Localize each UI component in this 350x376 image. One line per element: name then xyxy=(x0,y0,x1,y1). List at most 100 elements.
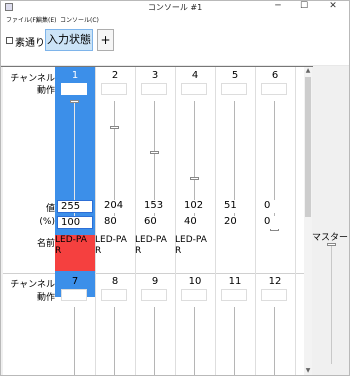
master-slider-track[interactable] xyxy=(331,244,332,364)
scroll-up-icon[interactable]: ▲ xyxy=(304,67,312,75)
percent-field[interactable]: 60 xyxy=(141,216,175,229)
fader-thumb[interactable] xyxy=(70,100,79,103)
percent-field[interactable]: 40 xyxy=(181,216,215,229)
channel-number: 3 xyxy=(151,70,159,81)
channel-column-6[interactable]: 6 0 0 xyxy=(255,67,295,297)
action-label-2: 動作 xyxy=(36,293,55,303)
channel-column-12[interactable]: 12 xyxy=(255,273,295,375)
fader-track[interactable] xyxy=(194,307,195,375)
channel-column-7[interactable]: 7 xyxy=(55,273,95,375)
action-field[interactable] xyxy=(61,83,87,95)
action-field[interactable] xyxy=(261,83,287,95)
channel-column-9[interactable]: 9 xyxy=(135,273,175,375)
channel-column-4[interactable]: 4 102 40 LED-PA R xyxy=(175,67,215,297)
maximize-button[interactable]: ☐ xyxy=(294,1,314,13)
value-field[interactable]: 0 xyxy=(261,200,295,213)
channel-label-2: チャンネル xyxy=(10,280,55,290)
menu-edit[interactable]: 編集(E) xyxy=(36,15,56,24)
action-field[interactable] xyxy=(101,83,127,95)
fader-track[interactable] xyxy=(114,307,115,375)
channel-number: 6 xyxy=(271,70,279,81)
channel-column-8[interactable]: 8 xyxy=(95,273,135,375)
value-label: 値 xyxy=(45,204,55,214)
fader-thumb[interactable] xyxy=(190,176,199,180)
name-cell[interactable] xyxy=(255,235,295,275)
percent-field[interactable]: 100 xyxy=(57,216,93,229)
master-label: マスター xyxy=(312,233,349,243)
channel-number: 5 xyxy=(231,70,239,81)
name-label: 名前 xyxy=(36,239,55,249)
value-field[interactable]: 255 xyxy=(57,200,93,213)
action-field[interactable] xyxy=(221,83,247,95)
channel-number: 11 xyxy=(228,276,242,287)
passthrough-checkbox[interactable] xyxy=(6,37,13,44)
column-separator xyxy=(295,273,296,375)
action-field[interactable] xyxy=(181,289,207,301)
name-text-wrap: R xyxy=(95,246,102,256)
name-text-wrap: R xyxy=(55,246,62,256)
percent-field[interactable]: 80 xyxy=(101,216,135,229)
channel-column-11[interactable]: 11 xyxy=(215,273,255,375)
menu-console[interactable]: コンソール(C) xyxy=(60,15,99,24)
channel-column-5[interactable]: 5 51 20 xyxy=(215,67,255,297)
channel-panel: チャンネル 動作 値 (%) 名前 チャンネル 動作 1 255 100 LED-PA… xyxy=(3,67,304,375)
action-field[interactable] xyxy=(141,83,167,95)
name-text-wrap: R xyxy=(135,246,142,256)
channel-number: 8 xyxy=(111,276,119,287)
channel-column-10[interactable]: 10 xyxy=(175,273,215,375)
fader-track[interactable] xyxy=(74,307,75,375)
console-window: コンソール #1 ─ ☐ ✕ ファイル(F) 編集(E) コンソール(C) 素通… xyxy=(0,0,350,376)
fader-track[interactable] xyxy=(154,307,155,375)
value-field[interactable]: 153 xyxy=(141,200,175,213)
action-field[interactable] xyxy=(61,289,87,301)
channel-number: 7 xyxy=(71,276,79,287)
action-field[interactable] xyxy=(261,289,287,301)
channel-column-2[interactable]: 2 204 80 LED-PA R xyxy=(95,67,135,297)
close-button[interactable]: ✕ xyxy=(323,1,343,13)
minimize-button[interactable]: ─ xyxy=(268,1,288,13)
percent-label: (%) xyxy=(39,217,55,227)
column-separator xyxy=(295,67,296,297)
channel-number: 1 xyxy=(71,70,79,81)
scroll-thumb[interactable] xyxy=(305,77,311,217)
value-field[interactable]: 51 xyxy=(221,200,255,213)
title-bar: コンソール #1 ─ ☐ ✕ xyxy=(1,1,349,13)
channel-number: 9 xyxy=(151,276,159,287)
master-slider-thumb[interactable] xyxy=(327,243,336,246)
action-field[interactable] xyxy=(101,289,127,301)
value-field[interactable]: 204 xyxy=(101,200,135,213)
channel-number: 12 xyxy=(268,276,282,287)
action-label: 動作 xyxy=(36,86,55,96)
name-text-wrap: R xyxy=(175,246,182,256)
value-field[interactable]: 102 xyxy=(181,200,215,213)
action-field[interactable] xyxy=(181,83,207,95)
channel-number: 2 xyxy=(111,70,119,81)
fader-thumb[interactable] xyxy=(150,151,159,155)
menu-bar: ファイル(F) 編集(E) コンソール(C) xyxy=(1,13,349,24)
percent-field[interactable]: 20 xyxy=(221,216,255,229)
tab-input-state[interactable]: 入力状態 xyxy=(45,29,93,51)
name-text: LED-PA xyxy=(135,235,167,245)
name-cell[interactable]: LED-PA R xyxy=(55,235,95,271)
add-tab-button[interactable]: + xyxy=(97,29,114,51)
channel-column-1[interactable]: 1 255 100 LED-PA R xyxy=(55,67,95,297)
scroll-down-icon[interactable]: ▼ xyxy=(304,367,312,375)
action-field[interactable] xyxy=(141,289,167,301)
name-cell[interactable]: LED-PA R xyxy=(175,235,215,275)
action-field[interactable] xyxy=(221,289,247,301)
name-cell[interactable] xyxy=(215,235,255,275)
menu-file[interactable]: ファイル(F) xyxy=(6,15,38,24)
name-text: LED-PA xyxy=(55,235,87,245)
name-text: LED-PA xyxy=(95,235,127,245)
fader-track[interactable] xyxy=(234,307,235,375)
channel-number: 4 xyxy=(191,70,199,81)
passthrough-label: 素通り xyxy=(15,38,45,49)
percent-field[interactable]: 0 xyxy=(261,216,295,229)
name-cell[interactable]: LED-PA R xyxy=(95,235,135,275)
fader-track[interactable] xyxy=(274,307,275,375)
fader-thumb[interactable] xyxy=(110,125,119,129)
name-text: LED-PA xyxy=(175,235,207,245)
name-cell[interactable]: LED-PA R xyxy=(135,235,175,275)
channel-column-3[interactable]: 3 153 60 LED-PA R xyxy=(135,67,175,297)
vertical-scrollbar[interactable]: ▲ ▼ xyxy=(304,67,312,375)
